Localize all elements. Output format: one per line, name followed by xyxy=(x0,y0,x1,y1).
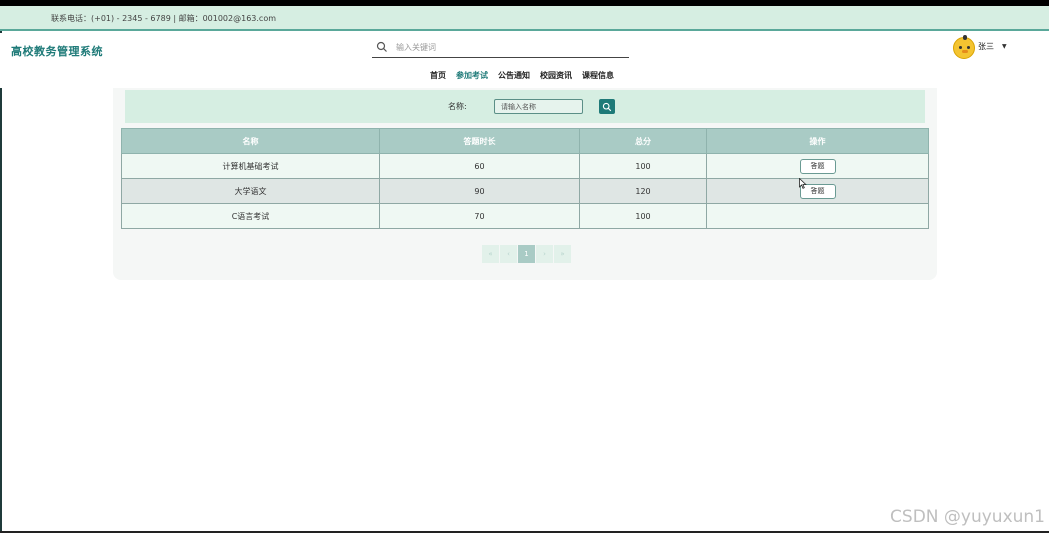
caret-down-icon[interactable]: ▼ xyxy=(1002,43,1007,50)
cell-action: 答题 xyxy=(706,153,929,179)
avatar-eye-right xyxy=(967,46,970,49)
pagination: « ‹ 1 › » xyxy=(482,245,571,263)
avatar-beak xyxy=(962,50,968,53)
contact-bar: 联系电话：(+01) - 2345 - 6789 | 邮箱：001002@163… xyxy=(0,6,1049,31)
cell-action: 答题 xyxy=(706,178,929,204)
table-row: 计算机基础考试 60 100 答题 xyxy=(121,153,929,179)
nav-item-exam[interactable]: 参加考试 xyxy=(456,70,488,84)
search-icon xyxy=(602,102,612,112)
mouse-cursor-icon xyxy=(799,178,807,189)
contact-info: 联系电话：(+01) - 2345 - 6789 | 邮箱：001002@163… xyxy=(51,14,277,23)
nav-item-courses[interactable]: 课程信息 xyxy=(582,70,614,84)
cell-score: 100 xyxy=(579,203,707,229)
page-number-current[interactable]: 1 xyxy=(518,245,535,263)
table-row: 大学语文 90 120 答题 xyxy=(121,178,929,204)
answer-button[interactable]: 答题 xyxy=(799,158,836,174)
filter-bar: 名称: xyxy=(125,90,925,123)
table-row: C语言考试 70 100 xyxy=(121,203,929,229)
avatar[interactable] xyxy=(953,35,975,59)
cell-name: 大学语文 xyxy=(121,178,380,204)
cell-score: 120 xyxy=(579,178,707,204)
last-page-button[interactable]: » xyxy=(554,245,571,263)
cell-name: C语言考试 xyxy=(121,203,380,229)
avatar-eye-left xyxy=(959,46,962,49)
name-filter-input[interactable] xyxy=(494,99,583,114)
column-header-duration: 答题时长 xyxy=(379,128,580,154)
user-name[interactable]: 张三 xyxy=(978,41,994,52)
first-page-button[interactable]: « xyxy=(482,245,499,263)
column-header-score: 总分 xyxy=(579,128,707,154)
search-input[interactable] xyxy=(396,41,616,54)
filter-label: 名称: xyxy=(448,102,467,111)
main-nav: 首页 参加考试 公告通知 校园资讯 课程信息 xyxy=(430,70,614,84)
watermark: CSDN @yuyuxun1 xyxy=(890,507,1045,527)
column-header-name: 名称 xyxy=(121,128,380,154)
cell-name: 计算机基础考试 xyxy=(121,153,380,179)
cell-duration: 60 xyxy=(379,153,580,179)
cell-action xyxy=(706,203,929,229)
nav-item-home[interactable]: 首页 xyxy=(430,70,446,84)
prev-page-button[interactable]: ‹ xyxy=(500,245,517,263)
cell-duration: 70 xyxy=(379,203,580,229)
table-header-row: 名称 答题时长 总分 操作 xyxy=(121,128,929,154)
exam-panel: 名称: 名称 答题时长 总分 操作 计算机基础考试 60 100 答题 xyxy=(113,88,937,280)
next-page-button[interactable]: › xyxy=(536,245,553,263)
site-title[interactable]: 高校教务管理系统 xyxy=(11,43,103,59)
nav-item-news[interactable]: 校园资讯 xyxy=(540,70,572,84)
avatar-tuft xyxy=(963,35,967,40)
cell-score: 100 xyxy=(579,153,707,179)
site-header: 高校教务管理系统 张三 ▼ 首页 参加考试 公告通知 校园资讯 课程信息 xyxy=(0,33,1049,88)
search-icon[interactable] xyxy=(376,41,388,53)
cell-duration: 90 xyxy=(379,178,580,204)
nav-item-notice[interactable]: 公告通知 xyxy=(498,70,530,84)
filter-search-button[interactable] xyxy=(599,99,615,114)
column-header-action: 操作 xyxy=(706,128,929,154)
header-search xyxy=(372,39,629,58)
exam-table: 名称 答题时长 总分 操作 计算机基础考试 60 100 答题 大学语文 90 … xyxy=(121,128,929,229)
